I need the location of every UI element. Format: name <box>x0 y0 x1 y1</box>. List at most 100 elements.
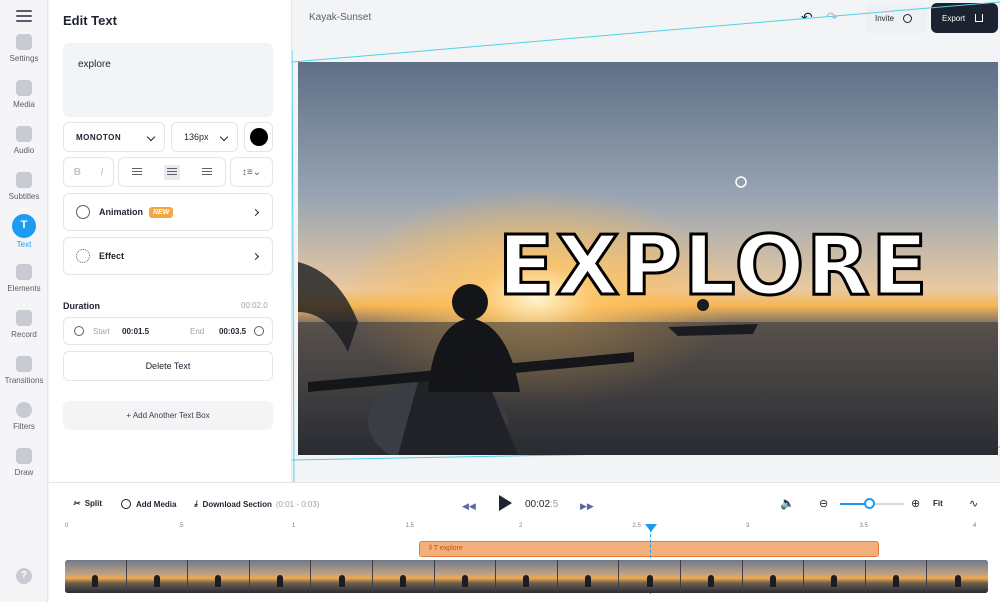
bold-button[interactable]: B <box>74 167 81 178</box>
skip-forward-icon[interactable]: ▶▶ <box>580 501 594 512</box>
rail-label: Draw <box>14 468 34 477</box>
duration-label: Duration <box>63 301 100 311</box>
time-ruler[interactable]: 0 .5 1 1.5 2 2.5 3 3.5 4 <box>65 523 979 535</box>
rail-item-draw[interactable]: Draw <box>0 448 48 492</box>
rail-item-subtitles[interactable]: Subtitles <box>0 172 48 216</box>
rail-label: Filters <box>13 422 35 431</box>
align-right-icon[interactable] <box>202 167 213 177</box>
add-user-icon <box>903 14 913 23</box>
invite-button[interactable]: Invite <box>865 4 927 33</box>
rail-item-elements[interactable]: Elements <box>0 264 48 308</box>
hamburger-menu-icon[interactable] <box>16 10 32 22</box>
split-button[interactable]: ✂ Split <box>73 499 102 508</box>
sun-icon <box>76 249 90 263</box>
rail-item-settings[interactable]: Settings <box>0 34 48 78</box>
camera-icon <box>16 310 32 326</box>
ruler-tick: 0 <box>65 523 69 529</box>
text-icon <box>12 214 36 238</box>
ruler-tick: 3.5 <box>859 523 868 529</box>
video-frame-thumbnail <box>557 560 619 593</box>
effect-row[interactable]: Effect <box>63 237 273 275</box>
font-size-select[interactable]: 136px <box>171 122 238 152</box>
current-time-frac: :5 <box>550 499 559 510</box>
project-title[interactable]: Kayak-Sunset <box>309 12 371 23</box>
video-frame-thumbnail <box>865 560 927 593</box>
music-note-icon <box>16 126 32 142</box>
italic-button[interactable]: I <box>100 167 103 178</box>
new-badge: NEW <box>149 206 174 218</box>
elements-icon <box>16 264 32 280</box>
scissors-icon: ✂ <box>73 499 80 508</box>
ruler-tick: 3 <box>746 523 750 529</box>
zoom-slider-handle[interactable] <box>863 498 875 509</box>
rail-item-record[interactable]: Record <box>0 310 48 354</box>
delete-text-button[interactable]: Delete Text <box>63 351 273 381</box>
waveform-icon[interactable]: ∿ <box>969 497 978 510</box>
alignment-group <box>118 157 226 187</box>
zoom-out-icon[interactable]: ⊖ <box>819 497 828 510</box>
rail-item-filters[interactable]: Filters <box>0 402 48 446</box>
font-select[interactable]: MONOTON <box>63 122 165 152</box>
left-rail: Settings Media Audio Subtitles Text Elem… <box>0 0 48 602</box>
download-section-button[interactable]: ⤓ Download Section (0:01 - 0:03) <box>194 499 319 509</box>
pencil-icon <box>16 448 32 464</box>
effect-label: Effect <box>99 251 125 261</box>
text-content-input[interactable]: explore <box>63 43 273 117</box>
text-clip[interactable]: ‖ T explore <box>419 541 879 557</box>
rail-label: Media <box>13 100 35 109</box>
canvas-text-overlay[interactable]: EXPLORE <box>497 220 998 313</box>
skip-back-icon[interactable]: ◀◀ <box>462 501 476 512</box>
start-time-input[interactable]: 00:01.5 <box>122 327 149 336</box>
align-center-icon[interactable] <box>163 164 180 180</box>
video-frame-thumbnail <box>372 560 434 593</box>
start-label: Start <box>93 327 110 336</box>
rail-item-text[interactable]: Text <box>0 214 48 262</box>
edit-text-panel: Edit Text explore MONOTON 136px B I ↕≡⌄ … <box>49 0 292 482</box>
rail-item-audio[interactable]: Audio <box>0 126 48 170</box>
zoom-in-icon[interactable]: ⊕ <box>911 497 920 510</box>
video-frame-thumbnail <box>619 560 680 593</box>
video-frame-thumbnail <box>65 560 126 593</box>
video-canvas[interactable]: EXPLORE <box>298 62 998 455</box>
time-range: Start 00:01.5 End 00:03.5 <box>63 317 273 345</box>
text-clip-icon: ‖ T <box>429 545 440 552</box>
plus-icon <box>16 80 32 96</box>
add-media-button[interactable]: Add Media <box>121 499 176 509</box>
download-icon: ⤓ <box>194 499 198 508</box>
invite-label: Invite <box>875 14 895 23</box>
ruler-tick: 2.5 <box>632 523 641 529</box>
undo-icon[interactable]: ↶ <box>801 10 817 24</box>
plus-circle-icon <box>121 499 131 509</box>
video-frame-thumbnail <box>188 560 249 593</box>
add-text-box-button[interactable]: + Add Another Text Box <box>63 401 273 430</box>
download-range: (0:01 - 0:03) <box>275 499 320 509</box>
rail-item-transitions[interactable]: Transitions <box>0 356 48 400</box>
upload-icon <box>975 14 984 22</box>
panel-title: Edit Text <box>63 13 117 28</box>
video-frame-thumbnail <box>249 560 311 593</box>
chevron-down-icon <box>146 132 156 142</box>
rail-item-media[interactable]: Media <box>0 80 48 124</box>
text-color-picker[interactable] <box>244 122 273 152</box>
export-button[interactable]: Export <box>931 3 998 33</box>
video-frame-thumbnail <box>804 560 865 593</box>
animation-icon <box>76 205 90 219</box>
play-button[interactable] <box>499 495 512 511</box>
timeline-panel: ✂ Split Add Media ⤓ Download Section (0:01 … <box>49 482 1000 602</box>
align-left-icon[interactable] <box>131 167 142 177</box>
end-time-input[interactable]: 00:03.5 <box>219 327 246 336</box>
help-icon[interactable]: ? <box>16 568 32 584</box>
redo-icon[interactable]: ↷ <box>826 10 842 24</box>
rail-label: Transitions <box>4 376 44 385</box>
line-height-button[interactable]: ↕≡⌄ <box>230 157 273 187</box>
chevron-right-icon <box>251 208 260 217</box>
volume-icon[interactable]: 🔈 <box>780 496 795 510</box>
add-media-label: Add Media <box>136 499 177 509</box>
current-time: 00:02:5 <box>525 499 558 510</box>
font-size-value: 136px <box>184 132 209 142</box>
video-track[interactable] <box>65 560 988 593</box>
current-time-value: 00:02 <box>525 499 551 510</box>
fit-button[interactable]: Fit <box>933 499 943 508</box>
animation-row[interactable]: Animation NEW <box>63 193 273 231</box>
filter-icon <box>16 402 32 418</box>
